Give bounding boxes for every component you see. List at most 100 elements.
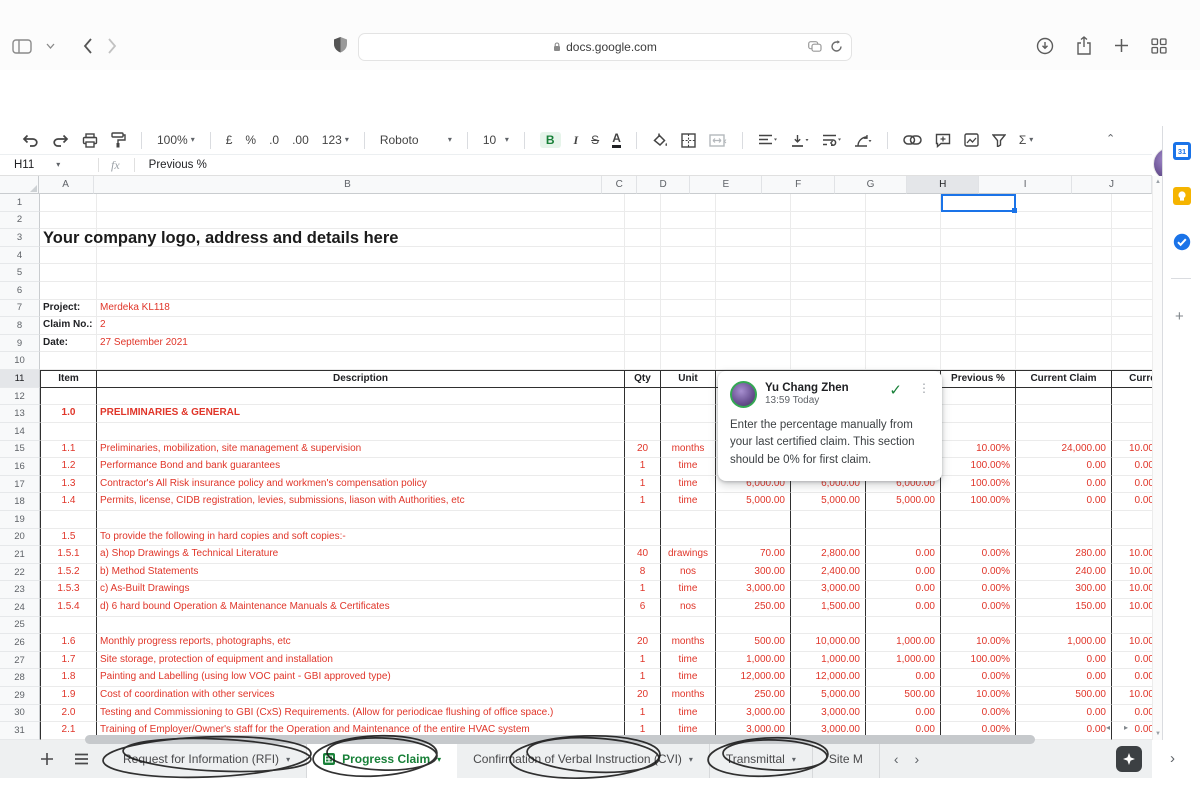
decrease-decimal-button[interactable]: .0 xyxy=(269,133,279,147)
row-header[interactable]: 1 xyxy=(0,194,40,212)
cell[interactable]: time xyxy=(661,669,716,687)
cell[interactable] xyxy=(625,529,661,547)
cell[interactable]: 500.00 xyxy=(866,687,941,705)
cell[interactable] xyxy=(941,264,1016,282)
cell[interactable] xyxy=(866,511,941,529)
cell[interactable]: Contractor's All Risk insurance policy a… xyxy=(97,476,625,494)
row-header[interactable]: 29 xyxy=(0,687,40,705)
cell[interactable]: Permits, license, CIDB registration, lev… xyxy=(97,493,625,511)
cell[interactable]: 1,500.00 xyxy=(791,599,866,617)
column-header-B[interactable]: B xyxy=(94,176,603,194)
cell[interactable] xyxy=(941,229,1016,247)
share-sheet-icon[interactable] xyxy=(1076,36,1092,55)
cell[interactable]: Project: xyxy=(40,300,97,318)
cell[interactable] xyxy=(97,282,625,300)
cell[interactable]: Merdeka KL118 xyxy=(97,300,625,318)
insert-comment-icon[interactable] xyxy=(935,133,951,148)
cell[interactable]: 0.00% xyxy=(941,581,1016,599)
row-header[interactable]: 25 xyxy=(0,617,40,635)
cell[interactable] xyxy=(625,194,661,212)
keep-icon[interactable] xyxy=(1173,187,1191,205)
cell[interactable]: months xyxy=(661,441,716,459)
cell[interactable]: 0.00 xyxy=(1112,652,1152,670)
cell[interactable] xyxy=(661,194,716,212)
cell[interactable]: 0.00 xyxy=(1016,476,1112,494)
cell[interactable]: To provide the following in hard copies … xyxy=(97,529,625,547)
cell[interactable]: b) Method Statements xyxy=(97,564,625,582)
cell[interactable]: drawings xyxy=(661,546,716,564)
cell[interactable] xyxy=(40,212,97,230)
cell[interactable] xyxy=(1112,194,1152,212)
font-size-select[interactable]: 10▾ xyxy=(483,133,509,147)
row-header[interactable]: 28 xyxy=(0,669,40,687)
cell[interactable] xyxy=(97,247,625,265)
cell[interactable]: 0.00 xyxy=(1016,493,1112,511)
row-header[interactable]: 6 xyxy=(0,282,40,300)
tab-menu-icon[interactable]: ▾ xyxy=(286,755,290,764)
column-header-A[interactable]: A xyxy=(39,176,94,194)
cell[interactable] xyxy=(941,423,1016,441)
cell[interactable]: 1 xyxy=(625,493,661,511)
cell[interactable]: 5,000.00 xyxy=(791,687,866,705)
row-header[interactable]: 19 xyxy=(0,511,40,529)
tab-scroll-left-icon[interactable]: ‹ xyxy=(894,751,899,767)
cell[interactable]: 1,000.00 xyxy=(866,652,941,670)
add-sheet-icon[interactable] xyxy=(40,752,54,766)
cell[interactable] xyxy=(97,194,625,212)
row-header[interactable]: 9 xyxy=(0,335,40,353)
cell[interactable]: Description xyxy=(97,370,625,388)
cell[interactable]: 70.00 xyxy=(716,546,791,564)
cell[interactable]: 1.8 xyxy=(40,669,97,687)
cell[interactable] xyxy=(941,405,1016,423)
cell[interactable] xyxy=(791,229,866,247)
cell[interactable]: time xyxy=(661,581,716,599)
cell[interactable] xyxy=(941,617,1016,635)
cell[interactable] xyxy=(661,423,716,441)
cell[interactable]: months xyxy=(661,634,716,652)
undo-icon[interactable] xyxy=(22,134,39,147)
cell[interactable] xyxy=(40,264,97,282)
calendar-icon[interactable]: 31 xyxy=(1173,142,1191,160)
percent-format-button[interactable]: % xyxy=(245,133,256,147)
cell[interactable]: 0.00 xyxy=(1112,476,1152,494)
cell[interactable] xyxy=(716,335,791,353)
cell[interactable] xyxy=(1112,247,1152,265)
cell[interactable]: 240.00 xyxy=(1016,564,1112,582)
row-header[interactable]: 24 xyxy=(0,599,40,617)
functions-button[interactable]: Σ ▾ xyxy=(1019,133,1033,147)
column-header-G[interactable]: G xyxy=(835,176,907,194)
cell[interactable]: time xyxy=(661,652,716,670)
column-header-J[interactable]: J xyxy=(1072,176,1152,194)
collapse-panel-icon[interactable]: › xyxy=(1170,750,1175,767)
cell[interactable]: time xyxy=(661,493,716,511)
row-header[interactable]: 14 xyxy=(0,423,40,441)
cell[interactable] xyxy=(97,423,625,441)
row-header[interactable]: 11 xyxy=(0,370,40,388)
cell[interactable] xyxy=(625,405,661,423)
cell[interactable] xyxy=(1112,212,1152,230)
privacy-shield-icon[interactable] xyxy=(333,36,348,54)
cell[interactable] xyxy=(1016,511,1112,529)
collapse-toolbar-icon[interactable]: ⌃ xyxy=(1106,132,1115,145)
cell[interactable]: 0.00 xyxy=(1112,722,1152,740)
filter-icon[interactable] xyxy=(992,134,1006,147)
cell[interactable]: 0.00 xyxy=(1112,705,1152,723)
cell[interactable] xyxy=(791,247,866,265)
row-header[interactable]: 5 xyxy=(0,264,40,282)
cell[interactable]: months xyxy=(661,687,716,705)
cell[interactable]: 1.4 xyxy=(40,493,97,511)
page-settings-icon[interactable] xyxy=(808,41,822,52)
insert-link-icon[interactable] xyxy=(903,135,922,145)
cell[interactable] xyxy=(661,300,716,318)
cell[interactable] xyxy=(661,335,716,353)
cell[interactable]: 10.00 xyxy=(1112,599,1152,617)
more-formats-button[interactable]: 123 ▾ xyxy=(322,133,349,147)
cell[interactable]: 5,000.00 xyxy=(716,493,791,511)
vertical-scrollbar[interactable]: ▲ ▼ xyxy=(1152,176,1162,740)
print-icon[interactable] xyxy=(82,133,98,148)
cell[interactable] xyxy=(791,264,866,282)
sheet-tab-progress-claim[interactable]: Progress Claim▾ xyxy=(307,740,457,778)
cell[interactable]: 10.00% xyxy=(941,687,1016,705)
cell[interactable] xyxy=(716,194,791,212)
cell[interactable]: 0.00 xyxy=(1016,669,1112,687)
